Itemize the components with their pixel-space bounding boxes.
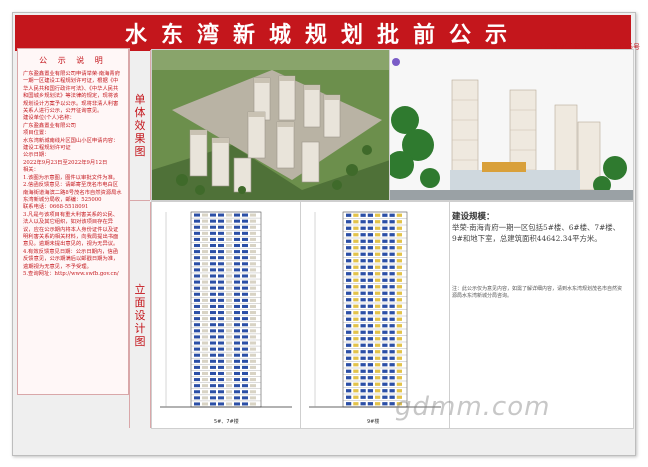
notice-paragraph: 5.查询网址：http://www.swfb.gov.cn/ <box>23 270 119 277</box>
aerial-rendering <box>151 49 391 201</box>
notice-paragraph: 联系电话：0668-5518091 <box>23 204 89 211</box>
watermark: gdmm.com <box>395 392 551 422</box>
street-rendering <box>389 49 634 201</box>
notice-paragraph: 公示日期： <box>23 152 50 159</box>
effect-section-label: 单体效果图 <box>130 50 151 200</box>
elevation-caption-2: 9#楼 <box>367 419 380 425</box>
elevation-label-text: 立面设计图 <box>134 282 146 348</box>
notice-body: 广东盈鑫置业有限公司申请举荣·南海青府一期一区建设工程规划许可证，根据《中华人民… <box>18 66 128 283</box>
elevation-caption-1: 5#、7#楼 <box>214 419 239 425</box>
effect-label-text: 单体效果图 <box>134 92 146 158</box>
notice-paragraph: 相关： <box>23 167 39 174</box>
aerial-image <box>152 50 390 200</box>
notice-panel: 公 示 说 明 广东盈鑫置业有限公司申请举荣·南海青府一期一区建设工程规划许可证… <box>17 48 129 395</box>
elevation-drawing-1: 5#、7#楼 <box>151 201 301 429</box>
notice-paragraph: 建设单位(个人)名称： <box>23 115 75 122</box>
notice-paragraph: 项目位置： <box>23 130 50 137</box>
elevation-section-label: 立面设计图 <box>130 202 151 428</box>
page-title: 水东湾新城规划批前公示 <box>124 22 521 48</box>
notice-paragraph: 4.有效反馈意见日期：公示日期内，信函反馈意见，公示期满后以邮戳日期为准，逾期视… <box>23 248 119 270</box>
notice-paragraph: 水东湾新城南线片区国山小区申请内容： <box>23 137 119 144</box>
note-text: 注：此公示仅为意见内容，如需了解详细内容，请到水东湾规划茂名市自然资源局水东湾新… <box>452 286 623 299</box>
elevation-image-1 <box>160 211 292 408</box>
notice-paragraph: 广东盈鑫置业有限公司申请举荣·南海青府一期一区建设工程规划许可证，根据《中华人民… <box>23 71 121 115</box>
notice-paragraph: 2.信函反馈意见：请邮寄至茂名市电白区南海街道海滨二路8号茂名市自然资源局水东湾… <box>23 182 122 203</box>
notice-paragraph: 3.凡是与该项目有重大利害关系的公民、法人以及其它组织，如对该项目存在异议，应在… <box>23 211 119 248</box>
notice-paragraph: 1.该图为示意图，图件以审批文件为准。 <box>23 174 119 181</box>
scale-description: 举荣·南海青府一期一区包括5#楼、6#楼、7#楼、9#和地下室，总建筑面积446… <box>452 223 621 243</box>
divider <box>130 200 150 201</box>
street-image <box>390 50 633 200</box>
scale-title: 建设规模： <box>452 212 495 222</box>
notice-heading: 公 示 说 明 <box>39 56 107 65</box>
